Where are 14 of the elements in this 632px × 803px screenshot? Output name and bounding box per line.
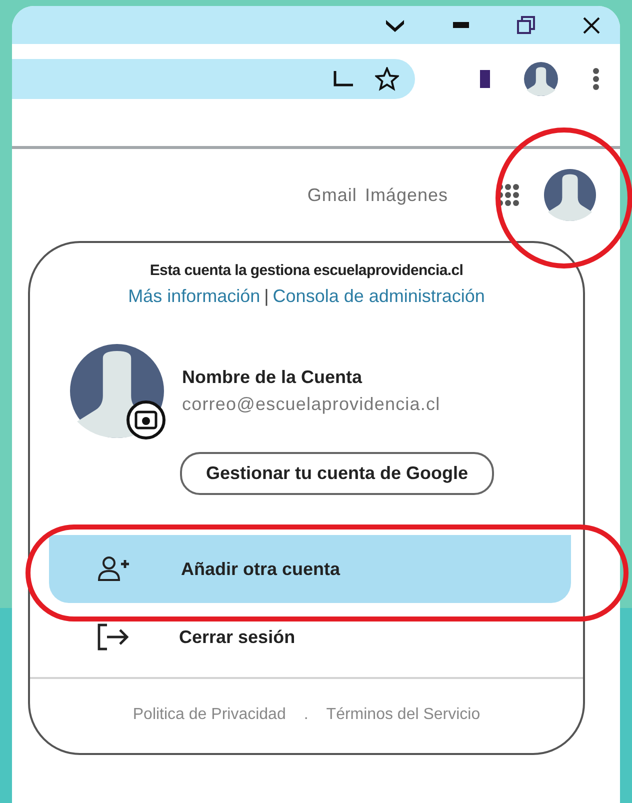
account-email: correo@escuelaprovidencia.cl [182, 393, 440, 416]
header-link[interactable]: Gmail [307, 182, 357, 208]
separator-text: . [304, 705, 308, 725]
header-link[interactable]: Imágenes [364, 182, 448, 208]
account-name: Nombre de la Cuenta [182, 366, 364, 389]
managed-by-text: Esta cuenta la gestiona escuelaprovidencia.cl [150, 262, 464, 279]
footer-link[interactable]: Términos del Servicio [326, 703, 480, 727]
help-link[interactable]: Consola de administración [272, 286, 485, 306]
menu-item[interactable]: Añadir otra cuenta [49, 535, 571, 603]
footer-link[interactable]: Politica de Privacidad [132, 703, 286, 727]
manage-account-button[interactable]: Gestionar tu cuenta de Google [180, 452, 494, 495]
help-link[interactable]: Más información [128, 286, 260, 306]
separator-text: | [264, 286, 269, 306]
menu-item[interactable]: Cerrar sesión [49, 603, 571, 671]
